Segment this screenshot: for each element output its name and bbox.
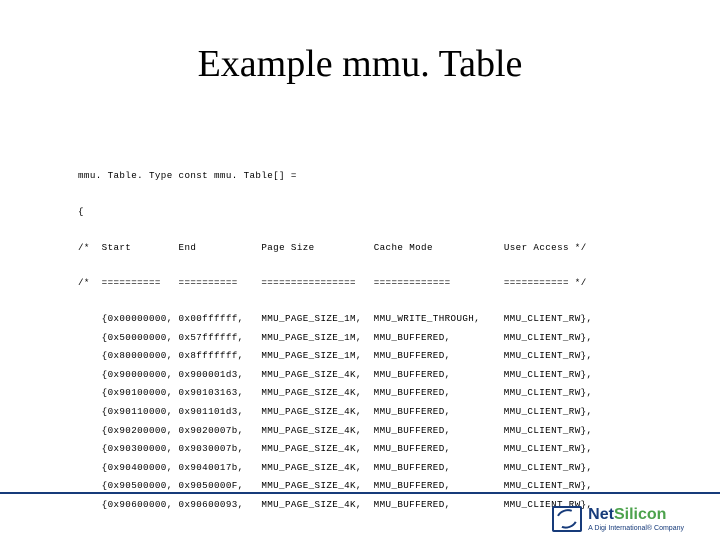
hdr-end: End bbox=[179, 242, 197, 253]
table-row: {0x50000000, 0x57ffffff, MMU_PAGE_SIZE_1… bbox=[78, 333, 592, 344]
hdr-access: User Access */ bbox=[504, 242, 587, 253]
code-rows: {0x00000000, 0x00ffffff, MMU_PAGE_SIZE_1… bbox=[78, 314, 592, 510]
table-row: {0x90500000, 0x9050000F, MMU_PAGE_SIZE_4… bbox=[78, 481, 592, 492]
code-declaration: mmu. Table. Type const mmu. Table[] = bbox=[78, 171, 592, 182]
logo: NetSilicon A Digi International® Company bbox=[552, 506, 684, 532]
table-row: {0x90000000, 0x900001d3, MMU_PAGE_SIZE_4… bbox=[78, 370, 592, 381]
code-divider-row: /* ========== ========== ===============… bbox=[78, 278, 592, 289]
table-row: {0x90200000, 0x9020007b, MMU_PAGE_SIZE_4… bbox=[78, 426, 592, 437]
table-row: {0x90100000, 0x90103163, MMU_PAGE_SIZE_4… bbox=[78, 388, 592, 399]
logo-text: NetSilicon A Digi International® Company bbox=[588, 507, 684, 532]
table-row: {0x00000000, 0x00ffffff, MMU_PAGE_SIZE_1… bbox=[78, 314, 592, 325]
code-header-row: /* Start End Page Size Cache Mode User A… bbox=[78, 243, 592, 254]
div-pagesize: ================ bbox=[261, 277, 356, 288]
table-row: {0x90400000, 0x9040017b, MMU_PAGE_SIZE_4… bbox=[78, 463, 592, 474]
logo-name-a: Net bbox=[588, 506, 614, 523]
div-start: ========== bbox=[102, 277, 161, 288]
logo-name: NetSilicon bbox=[588, 507, 684, 523]
div-end: ========== bbox=[179, 277, 238, 288]
footer-divider bbox=[0, 492, 720, 494]
hdr-cachemode: Cache Mode bbox=[374, 242, 433, 253]
logo-mark-icon bbox=[552, 506, 582, 532]
logo-name-b: Silicon bbox=[614, 506, 666, 523]
footer: NetSilicon A Digi International® Company bbox=[0, 492, 720, 540]
slide-title: Example mmu. Table bbox=[0, 42, 720, 86]
hdr-pagesize: Page Size bbox=[261, 242, 314, 253]
slide: Example mmu. Table mmu. Table. Type cons… bbox=[0, 0, 720, 540]
logo-tagline: A Digi International® Company bbox=[588, 525, 684, 532]
div-access: =========== */ bbox=[504, 277, 587, 288]
table-row: {0x80000000, 0x8fffffff, MMU_PAGE_SIZE_1… bbox=[78, 351, 592, 362]
comment-open: /* bbox=[78, 277, 102, 288]
code-block: mmu. Table. Type const mmu. Table[] = { … bbox=[78, 150, 592, 540]
hdr-start: Start bbox=[102, 242, 132, 253]
div-cachemode: ============= bbox=[374, 277, 451, 288]
table-row: {0x90300000, 0x9030007b, MMU_PAGE_SIZE_4… bbox=[78, 444, 592, 455]
table-row: {0x90110000, 0x901101d3, MMU_PAGE_SIZE_4… bbox=[78, 407, 592, 418]
code-open-brace: { bbox=[78, 207, 592, 218]
comment-open: /* bbox=[78, 242, 102, 253]
